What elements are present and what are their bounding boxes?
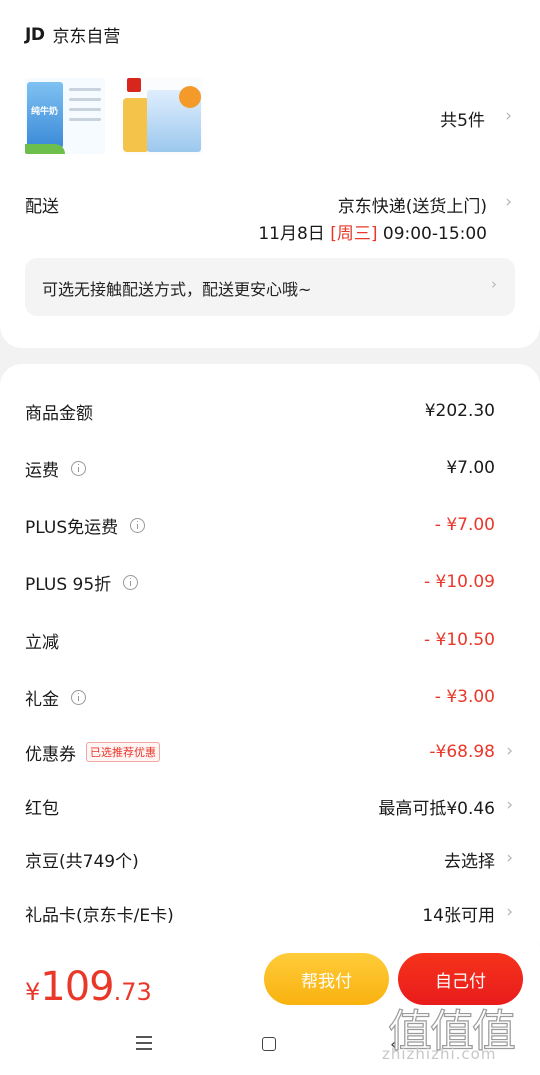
feature-lines (69, 88, 101, 128)
fee-label-text: 红包 (25, 798, 59, 819)
milk-powder-product-image[interactable] (123, 78, 203, 154)
notice-text: 可选无接触配送方式，配送更安心哦~ (42, 280, 312, 299)
fee-value: ¥7.00 (446, 458, 495, 478)
fee-row: 商品金额 ¥202.30 (25, 396, 495, 426)
fee-label-text: 礼品卡(京东卡/E卡) (25, 905, 174, 926)
product-thumbnails[interactable]: 纯牛奶 (25, 78, 203, 154)
fee-label-text: 立减 (25, 632, 59, 653)
fee-value: - ¥3.00 (434, 687, 495, 707)
shipping-method[interactable]: 京东快递(送货上门) (338, 192, 487, 217)
delivery-time[interactable]: 11月8日 [周三] 09:00-15:00 (258, 219, 487, 244)
fee-row[interactable]: PLUS 95折 - ¥10.09 (25, 567, 495, 597)
chevron-right-icon[interactable]: › (505, 192, 512, 212)
jd-logo: JD (25, 24, 45, 45)
brand-tag (127, 78, 141, 92)
fee-label: 礼品卡(京东卡/E卡) (25, 901, 174, 926)
fee-row: 立减 - ¥10.50 (25, 625, 495, 655)
fee-label: 京豆(共749个) (25, 847, 139, 872)
chevron-right-icon[interactable]: › (505, 106, 512, 126)
fee-value[interactable]: -¥68.98 (429, 742, 495, 762)
fee-label-text: 优惠券 (25, 744, 76, 765)
carton-label: 纯牛奶 (31, 107, 59, 117)
total-integer: 109 (40, 964, 114, 1010)
fee-value[interactable]: 最高可抵¥0.46 (378, 794, 495, 819)
fee-value: - ¥10.50 (423, 630, 495, 650)
store-header: JD 京东自营 (25, 22, 121, 48)
chevron-right-icon[interactable]: › (506, 795, 513, 815)
promo-badge (179, 86, 201, 108)
watermark-url: zhizhizhi.com (382, 1045, 497, 1063)
info-icon[interactable] (71, 689, 86, 705)
carton-box: 纯牛奶 (27, 82, 63, 148)
fee-label: 红包 (25, 794, 59, 819)
recommended-coupon-tag: 已选推荐优惠 (86, 742, 160, 762)
total-price: ¥ 109 .73 (25, 964, 152, 1010)
fee-row[interactable]: 运费 ¥7.00 (25, 453, 495, 483)
store-name: 京东自营 (52, 27, 121, 47)
chevron-right-icon[interactable]: › (506, 902, 513, 922)
fee-label-text: PLUS 95折 (25, 574, 112, 595)
fee-row[interactable]: 礼品卡(京东卡/E卡) 14张可用 › (25, 898, 513, 928)
home-icon[interactable] (262, 1037, 276, 1051)
delivery-window: 09:00-15:00 (382, 224, 487, 244)
fee-label: 礼金 (25, 685, 86, 710)
menu-icon[interactable] (136, 1036, 152, 1054)
fee-row[interactable]: PLUS免运费 - ¥7.00 (25, 510, 495, 540)
fee-row[interactable]: 礼金 - ¥3.00 (25, 682, 495, 712)
fee-label-text: 商品金额 (25, 403, 93, 424)
fee-label-text: 礼金 (25, 689, 59, 710)
small-pack (123, 98, 149, 152)
fee-label-text: 京豆(共749个) (25, 851, 139, 872)
fee-label: 优惠券 已选推荐优惠 (25, 740, 160, 765)
chevron-right-icon: › (491, 275, 497, 293)
fee-row[interactable]: 京豆(共749个) 去选择 › (25, 844, 513, 874)
site-watermark: 值值值 zhizhizhi.com (382, 995, 532, 1065)
fee-value: ¥202.30 (424, 401, 495, 421)
delivery-weekday: [周三] (330, 224, 378, 244)
fee-value[interactable]: 去选择 (444, 847, 495, 872)
fee-value[interactable]: 14张可用 (422, 901, 495, 926)
item-count[interactable]: 共5件 (440, 106, 485, 131)
contactless-delivery-notice[interactable]: 可选无接触配送方式，配送更安心哦~ › (25, 258, 515, 316)
fee-label: 商品金额 (25, 399, 93, 424)
fee-label-text: 运费 (25, 460, 59, 481)
shipping-label: 配送 (25, 197, 59, 217)
info-icon[interactable] (123, 574, 139, 590)
chevron-right-icon[interactable]: › (506, 741, 513, 761)
fee-row[interactable]: 优惠券 已选推荐优惠 -¥68.98 › (25, 737, 513, 767)
friend-pay-button[interactable]: 帮我付 (264, 953, 389, 1005)
info-icon[interactable] (71, 460, 86, 476)
chevron-right-icon[interactable]: › (506, 848, 513, 868)
fee-label: 立减 (25, 628, 59, 653)
delivery-date: 11月8日 (258, 224, 325, 244)
fee-row[interactable]: 红包 最高可抵¥0.46 › (25, 791, 513, 821)
milk-carton-product-image[interactable]: 纯牛奶 (25, 78, 105, 154)
fee-label: PLUS免运费 (25, 513, 146, 538)
fee-label-text: PLUS免运费 (25, 517, 119, 538)
order-summary-card: JD 京东自营 纯牛奶 共5件 › 配送 京东快递(送货上门) › 11月8日 … (0, 0, 540, 348)
total-decimal: .73 (113, 978, 152, 1006)
info-icon[interactable] (130, 517, 146, 533)
fee-label: 运费 (25, 456, 86, 481)
fee-value: - ¥10.09 (423, 572, 495, 592)
grass-decoration (25, 144, 65, 154)
fee-value: - ¥7.00 (434, 515, 495, 535)
fee-label: PLUS 95折 (25, 570, 139, 595)
total-currency: ¥ (25, 978, 41, 1006)
